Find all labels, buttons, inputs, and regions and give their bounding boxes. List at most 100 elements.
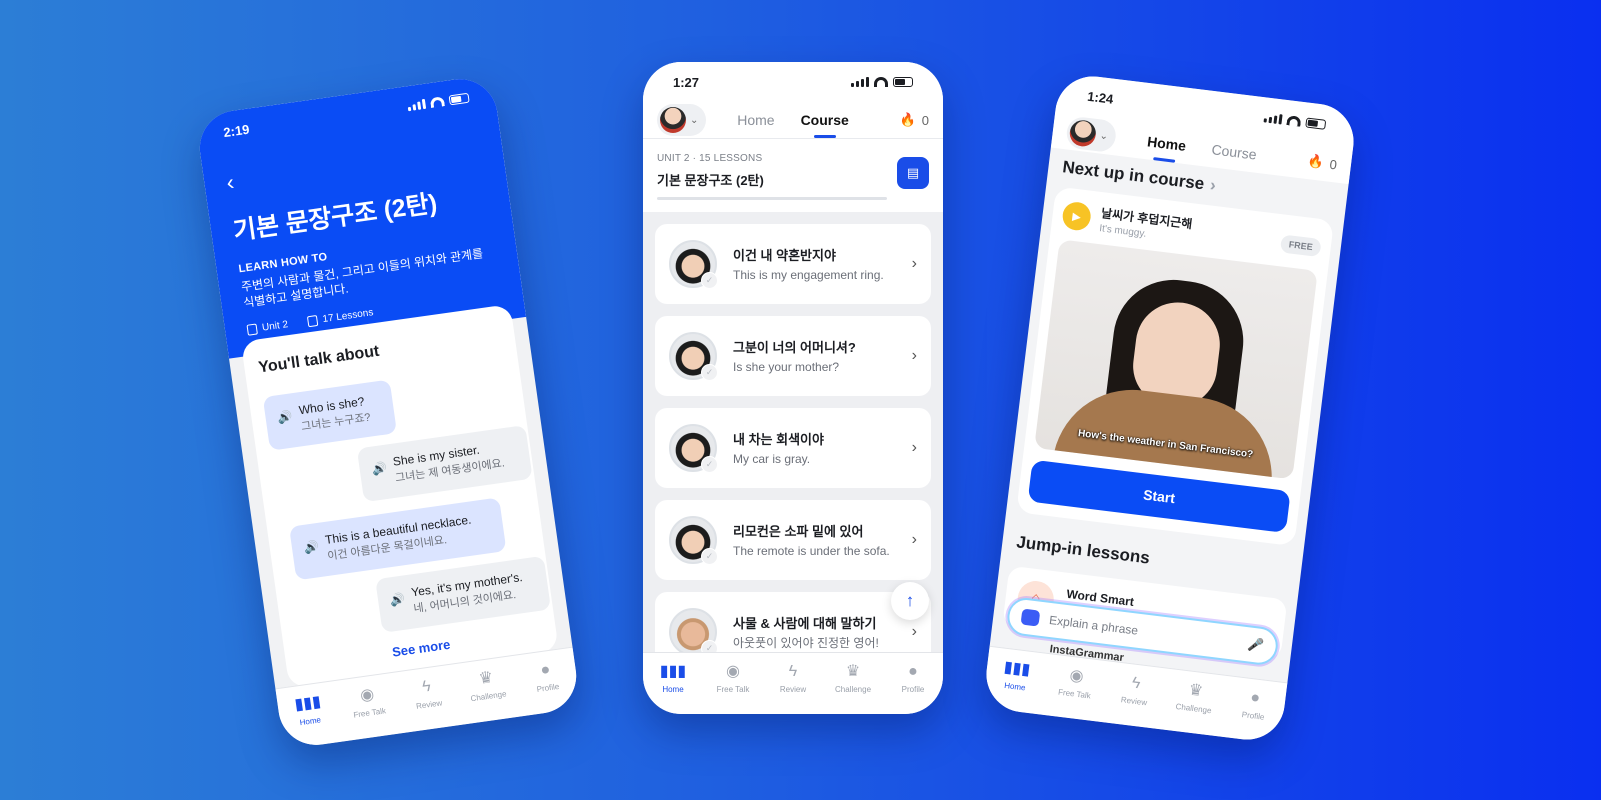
signal-icon bbox=[1263, 112, 1283, 125]
chevron-right-icon: › bbox=[911, 255, 917, 272]
list-item[interactable]: ✓ 그분이 너의 어머니셔? Is she your mother? › bbox=[655, 316, 931, 396]
lesson-subtitle: This is my engagement ring. bbox=[733, 268, 884, 282]
profile-icon: ● bbox=[908, 663, 918, 680]
wifi-icon bbox=[874, 77, 888, 87]
profile-switcher[interactable]: ⌄ bbox=[657, 104, 707, 136]
tab-profile[interactable]: ● Profile bbox=[517, 658, 577, 696]
tab-review[interactable]: ϟ Review bbox=[765, 663, 821, 694]
video-preview[interactable]: How's the weather in San Francisco? bbox=[1034, 239, 1318, 480]
tab-challenge[interactable]: ♛ Challenge bbox=[457, 666, 517, 704]
play-icon[interactable]: ▶ bbox=[1061, 200, 1093, 232]
signal-icon bbox=[407, 98, 427, 112]
tab-label: Profile bbox=[536, 681, 560, 694]
tab-free-talk[interactable]: ◉ Free Talk bbox=[1046, 664, 1105, 702]
battery-icon bbox=[893, 77, 913, 87]
check-icon: ✓ bbox=[701, 456, 718, 473]
tab-free-talk[interactable]: ◉ Free Talk bbox=[705, 663, 761, 694]
profile-switcher[interactable]: ⌄ bbox=[1064, 115, 1118, 154]
left-phone: 2:19 ‹ 기본 문장구조 (2탄) LEARN HOW TO 주변의 사람과… bbox=[194, 74, 582, 750]
home-waveform-icon: ▮▮▮ bbox=[659, 663, 687, 680]
tab-bar: ▮▮▮ Home ◉ Free Talk ϟ Review ♛ Challenge ● P… bbox=[643, 652, 943, 714]
status-bar: 1:27 bbox=[643, 62, 943, 102]
book-icon bbox=[307, 314, 319, 328]
tab-home[interactable]: Home bbox=[1145, 123, 1188, 163]
phrase-bubble[interactable]: 🔊 Who is she? 그녀는 누구죠? bbox=[262, 379, 398, 451]
avatar: ✓ bbox=[669, 516, 718, 565]
list-item[interactable]: ✓ 내 차는 회색이야 My car is gray. › bbox=[655, 408, 931, 488]
tab-home[interactable]: ▮▮▮ Home bbox=[987, 657, 1046, 695]
tab-home[interactable]: ▮▮▮ Home bbox=[645, 663, 701, 694]
avatar: ✓ bbox=[669, 240, 718, 289]
lesson-subtitle: 아웃풋이 있어야 진정한 영어! bbox=[733, 636, 879, 650]
next-lesson-card: ▶ 날씨가 후덥지근해 It's muggy. FREE How's the w… bbox=[1016, 186, 1335, 547]
streak-value: 0 bbox=[921, 112, 929, 128]
check-icon: ✓ bbox=[701, 548, 718, 565]
streak-value: 0 bbox=[1328, 156, 1338, 172]
chevron-right-icon: › bbox=[911, 347, 917, 364]
status-icons bbox=[1263, 112, 1327, 130]
tab-label: Home bbox=[299, 715, 322, 728]
tab-challenge[interactable]: ♛ Challenge bbox=[1165, 679, 1224, 717]
flame-icon: 🔥 bbox=[1306, 153, 1325, 170]
tab-label: Profile bbox=[901, 685, 925, 694]
speaker-icon[interactable]: 🔊 bbox=[303, 538, 320, 557]
home-waveform-icon: ▮▮▮ bbox=[1002, 658, 1032, 679]
unit-icon bbox=[246, 323, 258, 336]
book-button[interactable]: ▤ bbox=[897, 157, 929, 189]
tab-home[interactable]: Home bbox=[737, 102, 774, 138]
list-item[interactable]: ✓ 리모컨은 소파 밑에 있어 The remote is under the … bbox=[655, 500, 931, 580]
tab-profile[interactable]: ● Profile bbox=[885, 663, 941, 694]
lessons-text: 17 Lessons bbox=[321, 307, 375, 326]
status-time: 1:27 bbox=[673, 74, 700, 90]
lesson-text: 이건 내 약혼반지야 This is my engagement ring. bbox=[733, 245, 912, 283]
lesson-subtitle: My car is gray. bbox=[733, 452, 811, 466]
tab-label: Free Talk bbox=[1057, 687, 1092, 701]
talk-about-card: You'll talk about 🔊 Who is she? 그녀는 누구죠?… bbox=[240, 303, 559, 689]
free-talk-icon: ◉ bbox=[1068, 666, 1085, 686]
unit-label: UNIT 2 · 15 LESSONS bbox=[657, 153, 763, 164]
tab-course[interactable]: Course bbox=[1210, 131, 1259, 172]
free-talk-icon: ◉ bbox=[359, 685, 376, 705]
avatar: ✓ bbox=[669, 424, 718, 473]
tab-free-talk[interactable]: ◉ Free Talk bbox=[338, 683, 398, 721]
lesson-title: 이건 내 약혼반지야 bbox=[733, 248, 836, 263]
tab-challenge[interactable]: ♛ Challenge bbox=[825, 663, 881, 694]
lesson-text: 그분이 너의 어머니셔? Is she your mother? bbox=[733, 337, 912, 375]
phrase-bubble[interactable]: 🔊 She is my sister. 그녀는 제 여동생이에요. bbox=[356, 425, 533, 503]
chevron-down-icon: ⌄ bbox=[1099, 129, 1109, 142]
avatar bbox=[660, 107, 686, 133]
list-item[interactable]: ✓ 이건 내 약혼반지야 This is my engagement ring.… bbox=[655, 224, 931, 304]
speaker-icon[interactable]: 🔊 bbox=[371, 460, 388, 479]
tab-label: Free Talk bbox=[716, 685, 750, 694]
free-talk-icon: ◉ bbox=[726, 663, 740, 680]
card-text: 날씨가 후덥지근해 It's muggy. bbox=[1099, 204, 1194, 245]
unit-meta-item: Unit 2 bbox=[246, 319, 289, 336]
tab-label: Challenge bbox=[470, 689, 508, 704]
chevron-right-icon: › bbox=[1208, 175, 1217, 195]
scroll-to-top-button[interactable]: ↑ bbox=[891, 582, 929, 620]
tab-profile[interactable]: ● Profile bbox=[1225, 686, 1284, 724]
tab-course[interactable]: Course bbox=[801, 102, 849, 138]
profile-icon: ● bbox=[539, 661, 552, 680]
ai-bot-icon bbox=[1020, 608, 1041, 627]
streak-counter[interactable]: 🔥 0 bbox=[900, 112, 929, 128]
unit-title: 기본 문장구조 (2탄) bbox=[657, 173, 764, 188]
tab-home[interactable]: ▮▮▮ Home bbox=[279, 691, 339, 729]
speaker-icon[interactable]: 🔊 bbox=[277, 408, 294, 427]
signal-icon bbox=[851, 77, 869, 87]
tab-label: Challenge bbox=[1175, 701, 1212, 716]
streak-counter[interactable]: 🔥 0 bbox=[1307, 153, 1338, 172]
lightning-icon: ϟ bbox=[1130, 674, 1142, 693]
flame-icon: 🔥 bbox=[899, 112, 916, 127]
microphone-icon[interactable]: 🎤 bbox=[1247, 636, 1265, 654]
status-icons bbox=[851, 77, 913, 87]
speaker-icon[interactable]: 🔊 bbox=[389, 591, 406, 610]
wifi-icon bbox=[429, 96, 445, 109]
chevron-right-icon: › bbox=[911, 531, 917, 548]
tab-label: Review bbox=[1120, 695, 1148, 708]
tab-review[interactable]: ϟ Review bbox=[398, 674, 458, 712]
battery-icon bbox=[1305, 117, 1327, 130]
lesson-title: 그분이 너의 어머니셔? bbox=[733, 340, 856, 355]
phrase-bubble[interactable]: 🔊 Yes, it's my mother's. 네, 어머니의 것이에요. bbox=[375, 555, 552, 633]
tab-review[interactable]: ϟ Review bbox=[1106, 672, 1165, 710]
